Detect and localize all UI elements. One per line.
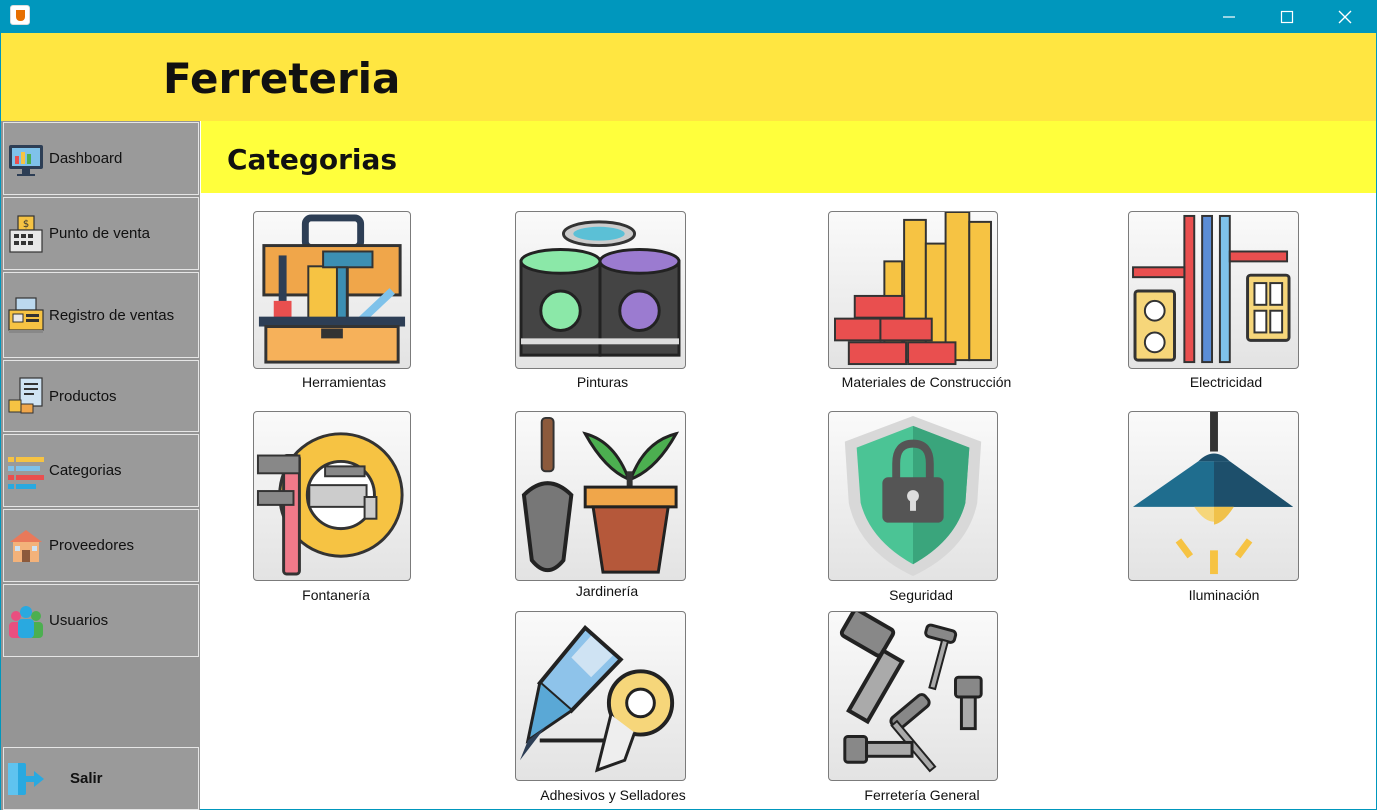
sidebar-item-label: Dashboard <box>49 150 123 167</box>
close-icon <box>1338 10 1352 23</box>
category-button-adhesivos-y-selladores[interactable] <box>515 611 686 781</box>
window-titlebar <box>0 0 1377 33</box>
category-label: Materiales de Construcción <box>841 374 1012 390</box>
java-icon <box>10 5 30 25</box>
category-button-materiales-de-construccion[interactable] <box>828 211 998 369</box>
sidebar-item-usuarios[interactable]: Usuarios <box>3 584 199 657</box>
category-label: Pinturas <box>576 374 629 390</box>
close-button[interactable] <box>1316 0 1374 33</box>
minimize-button[interactable] <box>1200 0 1258 33</box>
sidebar: Dashboard $ Punto de venta Registro de v… <box>1 121 200 810</box>
category-label: Ferretería General <box>864 787 980 803</box>
adhesive-tape-icon <box>519 624 675 773</box>
logout-label: Salir <box>70 770 103 787</box>
products-icon <box>6 376 46 416</box>
category-label: Seguridad <box>889 587 953 603</box>
sidebar-item-label: Categorias <box>49 462 122 479</box>
category-button-iluminacion[interactable] <box>1128 411 1299 581</box>
maximize-icon <box>1280 10 1294 23</box>
svg-text:$: $ <box>23 219 29 230</box>
lamp-icon <box>1132 412 1294 575</box>
category-button-electricidad[interactable] <box>1128 211 1299 369</box>
category-label: Electricidad <box>1189 374 1263 390</box>
sidebar-item-punto-de-venta[interactable]: $ Punto de venta <box>3 197 199 270</box>
app-title: Ferreteria <box>163 54 401 103</box>
sidebar-item-label: Punto de venta <box>49 225 150 242</box>
toolbox-icon <box>258 214 406 364</box>
category-button-herramientas[interactable] <box>253 211 411 369</box>
category-label: Herramientas <box>301 374 387 390</box>
category-button-pinturas[interactable] <box>515 211 686 369</box>
category-button-jardineria[interactable] <box>515 411 686 581</box>
cash-register-icon: $ <box>6 214 46 254</box>
maximize-button[interactable] <box>1258 0 1316 33</box>
sidebar-item-registro-de-ventas[interactable]: Registro de ventas <box>3 272 199 358</box>
logout-icon <box>6 759 46 799</box>
logout-button[interactable]: Salir <box>3 747 199 810</box>
paint-cans-icon <box>519 220 681 357</box>
gardening-icon <box>521 416 680 574</box>
plumbing-icon <box>256 432 404 576</box>
sidebar-item-dashboard[interactable]: Dashboard <box>3 122 199 195</box>
electrical-outlet-icon <box>1132 214 1291 364</box>
category-label: Iluminación <box>1188 587 1260 603</box>
minimize-icon <box>1223 15 1235 18</box>
sidebar-item-label: Productos <box>49 387 117 405</box>
category-label: Jardinería <box>575 583 639 599</box>
page-title: Categorias <box>227 143 398 176</box>
category-button-ferreteria-general[interactable] <box>828 611 998 781</box>
users-icon <box>6 601 46 641</box>
category-button-seguridad[interactable] <box>828 411 998 581</box>
category-label: Adhesivos y Selladores <box>540 787 686 803</box>
sidebar-item-label: Registro de ventas <box>49 306 175 324</box>
bolts-nails-icon <box>839 612 983 773</box>
categories-icon <box>6 451 46 491</box>
bricks-lumber-icon <box>834 212 992 366</box>
suppliers-icon <box>6 526 46 566</box>
sidebar-item-label: Usuarios <box>49 612 109 629</box>
category-button-fontaneria[interactable] <box>253 411 411 581</box>
sidebar-item-categorias[interactable]: Categorias <box>3 434 199 507</box>
category-label: Fontanería <box>302 587 370 603</box>
sidebar-item-proveedores[interactable]: Proveedores <box>3 509 199 582</box>
security-shield-icon <box>844 415 982 577</box>
sales-record-icon <box>6 295 46 335</box>
dashboard-icon <box>6 139 46 179</box>
sidebar-item-label: Proveedores <box>49 537 135 554</box>
sidebar-item-productos[interactable]: Productos <box>3 360 199 432</box>
